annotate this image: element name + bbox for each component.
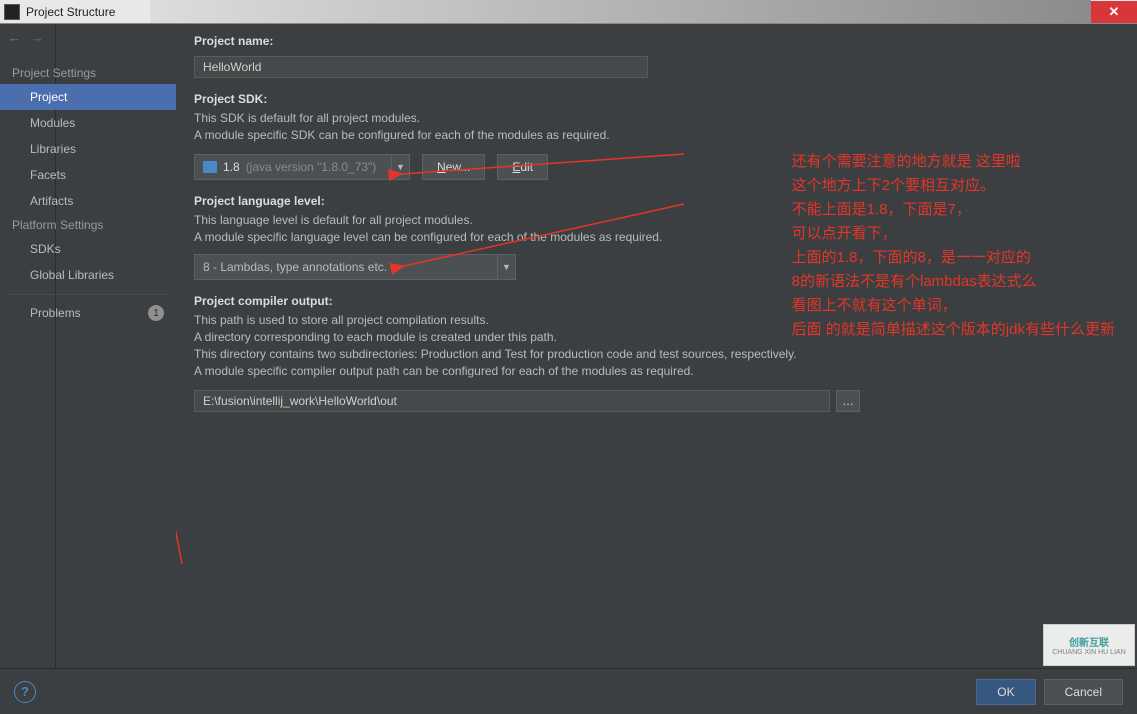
help-icon[interactable]: ? [14, 681, 36, 703]
sidebar-item-project[interactable]: Project [0, 84, 176, 110]
output-desc-3: This directory contains two subdirectori… [194, 346, 1119, 363]
project-sdk-combo[interactable]: 1.8 (java version "1.8.0_73") ▼ [194, 154, 410, 180]
project-name-label: Project name: [194, 34, 1119, 48]
browse-output-button[interactable]: … [836, 390, 860, 412]
sidebar-item-global-libraries[interactable]: Global Libraries [0, 262, 176, 288]
chevron-down-icon[interactable]: ▼ [391, 155, 409, 179]
folder-icon [203, 161, 217, 173]
sidebar-item-sdks[interactable]: SDKs [0, 236, 176, 262]
app-icon [4, 4, 20, 20]
ok-button[interactable]: OK [976, 679, 1035, 705]
project-structure-window: Project Structure ✕ ← → Project Settings… [0, 0, 1137, 714]
sidebar-item-facets[interactable]: Facets [0, 162, 176, 188]
sdk-desc-1: This SDK is default for all project modu… [194, 110, 1119, 127]
forward-icon[interactable]: → [31, 30, 44, 45]
sdk-desc-2: A module specific SDK can be configured … [194, 127, 1119, 144]
sidebar-section-platform-settings: Platform Settings [0, 214, 176, 236]
back-icon[interactable]: ← [8, 30, 21, 45]
sidebar-divider [8, 294, 168, 295]
main-panel: Project name: Project SDK: This SDK is d… [176, 24, 1137, 668]
project-name-input[interactable] [194, 56, 648, 78]
sidebar-item-libraries[interactable]: Libraries [0, 136, 176, 162]
sidebar-item-artifacts[interactable]: Artifacts [0, 188, 176, 214]
problems-label: Problems [30, 306, 81, 320]
bottom-bar: ? OK Cancel [0, 668, 1137, 714]
output-desc-4: A module specific compiler output path c… [194, 363, 1119, 380]
sidebar-section-project-settings: Project Settings [0, 62, 176, 84]
close-window-button[interactable]: ✕ [1091, 1, 1137, 23]
sdk-detail-text: (java version "1.8.0_73") [246, 160, 377, 174]
chevron-down-icon[interactable]: ▼ [497, 255, 515, 279]
body-area: ← → Project Settings Project Modules Lib… [0, 24, 1137, 668]
window-title: Project Structure [26, 5, 115, 19]
language-level-combo[interactable]: 8 - Lambdas, type annotations etc. ▼ [194, 254, 516, 280]
sidebar-item-modules[interactable]: Modules [0, 110, 176, 136]
edit-sdk-button[interactable]: Edit [497, 154, 548, 180]
language-level-value: 8 - Lambdas, type annotations etc. [203, 260, 387, 274]
annotation-text: 还有个需要注意的地方就是 这里啦 这个地方上下2个要相互对应。 不能上面是1.8… [792, 150, 1115, 342]
titlebar: Project Structure ✕ [0, 0, 1137, 24]
project-sdk-label: Project SDK: [194, 92, 1119, 106]
new-sdk-button[interactable]: New... [422, 154, 485, 180]
cancel-button[interactable]: Cancel [1044, 679, 1123, 705]
problems-count-badge: 1 [148, 305, 164, 321]
compiler-output-input[interactable] [194, 390, 830, 412]
sidebar: Project Settings Project Modules Librari… [56, 24, 176, 668]
watermark-logo: 创新互联 CHUANG XIN HU LIAN [1043, 624, 1135, 666]
sdk-version-text: 1.8 [223, 160, 240, 174]
sidebar-item-problems[interactable]: Problems 1 [0, 301, 176, 325]
